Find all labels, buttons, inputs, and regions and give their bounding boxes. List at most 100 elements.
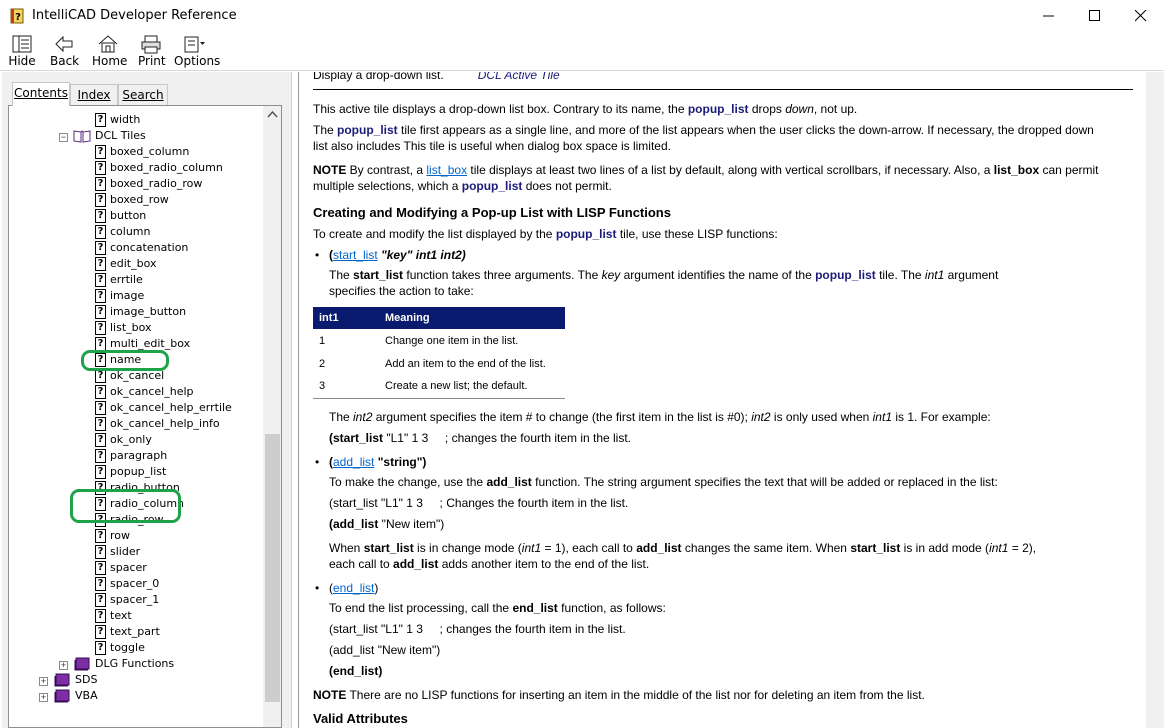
home-icon <box>98 35 118 53</box>
tree-item-label: spacer_0 <box>110 577 160 590</box>
help-page-icon: ? <box>95 449 106 463</box>
tree-item-label: width <box>110 113 141 126</box>
maximize-button[interactable] <box>1072 0 1118 31</box>
options-icon <box>184 36 205 53</box>
end-list-signature: (end_list) <box>329 581 379 595</box>
tree-scrollbar[interactable] <box>263 106 282 727</box>
expand-icon[interactable]: + <box>59 661 68 670</box>
back-label: Back <box>50 54 80 68</box>
content-scrollbar[interactable] <box>1146 72 1164 728</box>
back-arrow-icon <box>55 35 73 53</box>
scroll-up-icon[interactable] <box>263 106 282 123</box>
tree-item-label: errtile <box>110 273 143 286</box>
int1-table: int1 Meaning 1 Change one item in the li… <box>313 307 565 399</box>
close-icon <box>1135 10 1147 22</box>
header-text: Display a drop-down list. <box>313 72 444 82</box>
options-label: Options <box>174 54 221 68</box>
toolbar: Hide Back Home Print Options <box>0 31 1164 71</box>
section-heading: Creating and Modifying a Pop-up List wit… <box>313 205 671 220</box>
help-page-icon: ? <box>95 385 106 399</box>
options-button[interactable]: Options <box>174 34 221 68</box>
int2-desc: The int2 argument specifies the item # t… <box>329 410 991 424</box>
help-page-icon: ? <box>95 369 106 383</box>
help-page-icon: ? <box>95 241 106 255</box>
help-page-icon: ? <box>95 305 106 319</box>
back-button[interactable]: Back <box>50 34 80 68</box>
tab-search-label: Search <box>122 88 164 102</box>
example-6: (end_list) <box>329 664 383 678</box>
tree-item-label: slider <box>110 545 141 558</box>
help-page-icon: ? <box>95 257 106 271</box>
tree-item-label: concatenation <box>110 241 189 254</box>
tab-contents[interactable]: Contents <box>12 82 70 106</box>
tab-search[interactable]: Search <box>118 84 168 106</box>
tree-scroll-thumb[interactable] <box>265 434 280 702</box>
tree-item-label: boxed_radio_row <box>110 177 203 190</box>
closed-book-icon <box>54 689 70 703</box>
tree-item-label: popup_list <box>110 465 167 478</box>
header-rule <box>313 89 1133 90</box>
add-list-desc: To make the change, use the add_list fun… <box>329 475 998 489</box>
help-page-icon: ? <box>95 545 106 559</box>
help-page-icon: ? <box>95 177 106 191</box>
list-box-link[interactable]: list_box <box>426 163 467 177</box>
tree-item-label: image_button <box>110 305 187 318</box>
tree-item-label: text <box>110 609 132 622</box>
table-header: int1 <box>313 307 379 329</box>
paragraph-1: This active tile displays a drop-down li… <box>313 102 858 116</box>
tree-item-label: edit_box <box>110 257 157 270</box>
tree-item-label: spacer_1 <box>110 593 160 606</box>
tree-item-label: boxed_radio_column <box>110 161 223 174</box>
tab-index[interactable]: Index <box>70 84 118 106</box>
tree-item-label: SDS <box>75 673 98 686</box>
table-cell: Add an item to the end of the list. <box>385 357 546 370</box>
tree-item-label: boxed_column <box>110 145 190 158</box>
collapse-icon[interactable]: − <box>59 133 68 142</box>
help-page-icon: ? <box>95 529 106 543</box>
home-button[interactable]: Home <box>92 34 127 68</box>
closed-book-icon <box>54 673 70 687</box>
maximize-icon <box>1089 10 1100 21</box>
table-cell: Change one item in the list. <box>385 334 519 347</box>
help-page-icon: ? <box>95 337 106 351</box>
tree-item-label: column <box>110 225 151 238</box>
end-list-link[interactable]: end_list <box>333 581 374 595</box>
topic-header-partial: Display a drop-down list. DCL Active Tile <box>313 72 560 83</box>
open-book-icon <box>73 130 91 143</box>
bullet-dot: • <box>315 248 320 262</box>
hide-label: Hide <box>8 54 36 68</box>
print-button[interactable]: Print <box>138 34 166 68</box>
expand-icon[interactable]: + <box>39 693 48 702</box>
print-label: Print <box>138 54 166 68</box>
navigation-pane: Contents Index Search ? width − DCL Tile… <box>2 72 292 728</box>
add-list-link[interactable]: add_list <box>333 455 374 469</box>
highlight-popup-list <box>70 489 181 523</box>
minimize-button[interactable] <box>1026 0 1072 31</box>
help-page-icon: ? <box>95 561 106 575</box>
bullet-dot: • <box>315 581 320 595</box>
table-cell: 1 <box>319 334 326 347</box>
end-list-desc: To end the list processing, call the end… <box>329 601 666 615</box>
start-list-link[interactable]: start_list <box>333 248 378 262</box>
help-page-icon: ? <box>95 161 106 175</box>
close-button[interactable] <box>1118 0 1164 31</box>
tree-item-label: VBA <box>75 689 98 702</box>
tree-item-label: paragraph <box>110 449 168 462</box>
help-page-icon: ? <box>95 289 106 303</box>
table-cell: 3 <box>313 375 379 399</box>
hide-button[interactable]: Hide <box>8 34 36 68</box>
tree-item-label: DCL Tiles <box>95 129 146 142</box>
tree-item-label: ok_cancel_help_errtile <box>110 401 232 414</box>
help-page-icon: ? <box>95 465 106 479</box>
paragraph-2-line-2: list also includes This tile is useful w… <box>313 139 671 153</box>
add-list-signature: (add_list "string") <box>329 455 427 469</box>
example-4: (start_list "L1" 1 3 ; changes the fourt… <box>329 622 626 636</box>
table-cell: Create a new list; the default. <box>379 375 565 399</box>
hide-pane-icon <box>12 35 32 53</box>
help-page-icon: ? <box>95 417 106 431</box>
help-page-icon: ? <box>95 193 106 207</box>
expand-icon[interactable]: + <box>39 677 48 686</box>
contents-tree[interactable]: ? width − DCL Tiles ? boxed_column? boxed_… <box>8 105 282 728</box>
tree-item-label: DLG Functions <box>95 657 175 670</box>
help-page-icon: ? <box>95 593 106 607</box>
